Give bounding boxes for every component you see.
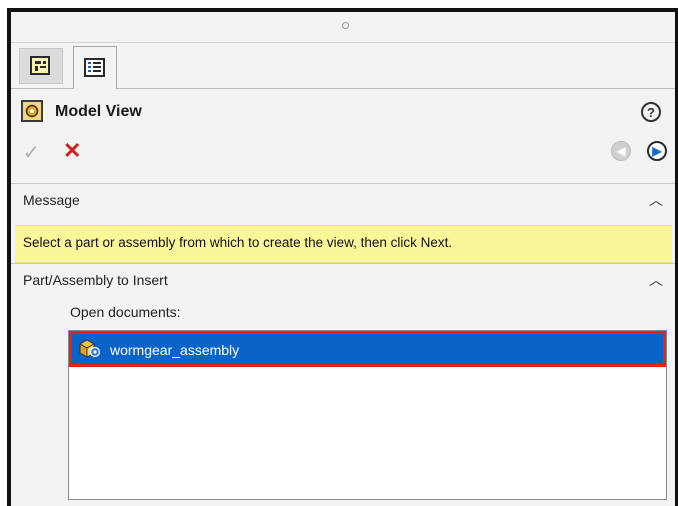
message-box: Select a part or assembly from which to … bbox=[15, 225, 672, 263]
tab-row bbox=[11, 43, 675, 89]
insert-section-title: Part/Assembly to Insert bbox=[23, 272, 168, 288]
feature-tree-icon bbox=[30, 56, 50, 75]
back-arrow-icon[interactable]: ◀ bbox=[611, 141, 631, 161]
chevron-up-icon[interactable]: ︿ bbox=[649, 190, 663, 210]
open-documents-list[interactable]: wormgear_assembly bbox=[68, 330, 667, 500]
next-arrow-icon[interactable]: ▶ bbox=[647, 141, 667, 161]
message-text: Select a part or assembly from which to … bbox=[23, 235, 453, 250]
model-view-icon bbox=[21, 100, 43, 122]
property-manager-icon bbox=[84, 58, 105, 77]
action-buttons: ✓ ✕ ◀ ▶ bbox=[11, 136, 675, 166]
grip-handle-icon[interactable] bbox=[342, 22, 349, 29]
tab-property-manager[interactable] bbox=[73, 46, 117, 89]
ok-checkmark-icon[interactable]: ✓ bbox=[23, 140, 40, 165]
message-section-title: Message bbox=[23, 192, 80, 208]
property-manager-panel: Model View ? ✓ ✕ ◀ ▶ Message ︿ Select a … bbox=[7, 8, 678, 506]
chevron-up-icon[interactable]: ︿ bbox=[649, 270, 663, 290]
insert-section-header[interactable]: Part/Assembly to Insert ︿ bbox=[11, 263, 675, 292]
assembly-icon bbox=[78, 339, 101, 358]
page-title: Model View bbox=[55, 103, 142, 120]
panel-header: Model View ? bbox=[11, 94, 675, 130]
help-icon[interactable]: ? bbox=[641, 102, 661, 122]
cancel-x-icon[interactable]: ✕ bbox=[63, 138, 81, 164]
message-section-header[interactable]: Message ︿ bbox=[11, 183, 675, 212]
open-documents-label: Open documents: bbox=[70, 304, 181, 320]
tab-feature-manager[interactable] bbox=[19, 48, 63, 84]
panel-grip-bar[interactable] bbox=[11, 12, 675, 43]
list-item-label: wormgear_assembly bbox=[110, 342, 240, 358]
list-item-wormgear-assembly[interactable]: wormgear_assembly bbox=[69, 331, 666, 367]
